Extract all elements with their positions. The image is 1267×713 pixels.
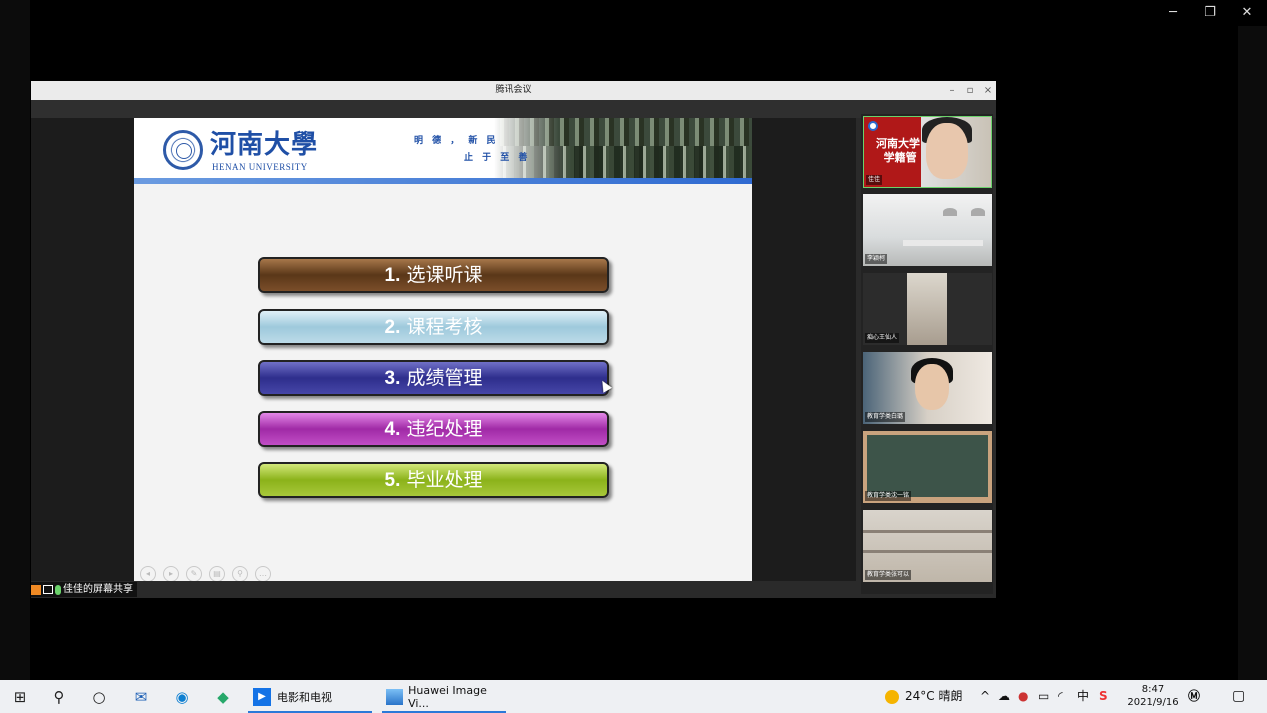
- meeting-restore-icon[interactable]: ▫: [963, 81, 977, 100]
- university-name-cn: 河南大學: [210, 130, 319, 160]
- microphone-icon: [55, 584, 61, 595]
- table-image: [903, 240, 983, 246]
- more-icon[interactable]: …: [255, 566, 271, 581]
- battery-icon[interactable]: ▭: [1038, 680, 1049, 713]
- participant-name: 李颖柯: [865, 254, 888, 264]
- pen-icon[interactable]: ✎: [186, 566, 202, 581]
- lamp-icon: [971, 208, 985, 216]
- right-gutter: [1238, 26, 1267, 680]
- participant-tile[interactable]: 痴心王仙人: [863, 273, 992, 345]
- screen-icon: [43, 585, 53, 594]
- next-slide-icon[interactable]: ▸: [163, 566, 179, 581]
- university-name-en: HENAN UNIVERSITY: [212, 162, 308, 172]
- chalkboard-background: [867, 435, 988, 497]
- meeting-toolbar-strip: [31, 100, 996, 118]
- play-icon: ▶: [253, 687, 271, 706]
- taskbar-app-image-viewer[interactable]: Huawei Image Vi...: [382, 680, 506, 713]
- qq-icon[interactable]: ●: [1018, 680, 1028, 713]
- taskbar-app-movies-tv[interactable]: ▶ 电影和电视: [248, 680, 372, 713]
- wifi-icon[interactable]: ◜: [1058, 680, 1063, 713]
- screen-share-stage: 河南大學 HENAN UNIVERSITY 明 德 ， 新 民 止 于 至 善 …: [31, 118, 856, 581]
- zoom-icon[interactable]: ⚲: [232, 566, 248, 581]
- participant-tile[interactable]: 教育学类沈一铭: [863, 431, 992, 503]
- shared-slide: 河南大學 HENAN UNIVERSITY 明 德 ， 新 民 止 于 至 善 …: [134, 118, 752, 581]
- edge-browser-icon[interactable]: ◉: [171, 686, 193, 708]
- participant-tile[interactable]: 教育学类张可以: [863, 510, 992, 582]
- participant-tile[interactable]: 河南大学 学籍管 佳佳: [863, 116, 992, 188]
- action-center-icon[interactable]: ▢: [1232, 680, 1245, 713]
- close-icon[interactable]: ✕: [1232, 4, 1262, 22]
- meeting-minimize-icon[interactable]: –: [945, 81, 959, 100]
- participant-name: 佳佳: [866, 175, 883, 185]
- menu-button-course-selection[interactable]: 1. 选课听课: [258, 257, 609, 293]
- taskbar: ⊞ ⚲ ○ ✉ ◉ ◆ ▶ 电影和电视 Huawei Image Vi... 2…: [0, 680, 1267, 713]
- menu-button-course-assessment[interactable]: 2. 课程考核: [258, 309, 609, 345]
- slideshow-tools: ◂ ▸ ✎ ▤ ⚲ …: [140, 561, 278, 581]
- ime-indicator[interactable]: 中: [1077, 680, 1089, 713]
- image-viewer-icon: [386, 688, 404, 705]
- cortana-icon[interactable]: ○: [88, 686, 110, 708]
- sun-icon: [885, 689, 899, 704]
- shelf-image: [863, 550, 992, 553]
- avatar-icon: [31, 584, 41, 595]
- app-icon[interactable]: ◆: [212, 686, 234, 708]
- cloud-icon[interactable]: ☁: [998, 680, 1010, 713]
- campus-photo-lower: [494, 146, 752, 178]
- menu-button-graduation[interactable]: 5. 毕业处理: [258, 462, 609, 498]
- notification-app-icon[interactable]: Ⓜ: [1188, 680, 1200, 713]
- sogou-input-icon[interactable]: S: [1099, 680, 1108, 713]
- participant-video: [907, 273, 947, 345]
- participant-tile[interactable]: 李颖柯: [863, 194, 992, 266]
- participant-name: 教育学类沈一铭: [865, 491, 912, 501]
- slide-header: 河南大學 HENAN UNIVERSITY 明 德 ， 新 民 止 于 至 善: [134, 118, 752, 180]
- show-hidden-icons-icon[interactable]: ^: [980, 680, 990, 713]
- search-icon[interactable]: ⚲: [48, 686, 70, 708]
- lamp-icon: [943, 208, 957, 216]
- weather-widget[interactable]: 24°C 晴朗: [885, 680, 962, 713]
- participant-tile[interactable]: 教育学类白璐: [863, 352, 992, 424]
- clock[interactable]: 8:47 2021/9/16: [1126, 683, 1180, 709]
- restore-icon[interactable]: ❐: [1195, 4, 1225, 22]
- participant-name: 教育学类白璐: [865, 412, 906, 422]
- prev-slide-icon[interactable]: ◂: [140, 566, 156, 581]
- windows-start-icon[interactable]: ⊞: [9, 686, 31, 708]
- meeting-titlebar: 腾讯会议 – ▫ ×: [31, 81, 996, 100]
- left-gutter: [0, 0, 30, 680]
- participant-name: 痴心王仙人: [865, 333, 900, 343]
- university-seal-icon: [163, 130, 203, 170]
- meeting-window: 腾讯会议 – ▫ × 河南大學 HENAN UNIVERSITY 明 德 ， 新…: [31, 81, 996, 598]
- participant-list: 河南大学 学籍管 佳佳 李颖柯 痴心王仙人 教育学类白璐 教育学类沈一铭 教育学…: [861, 114, 993, 594]
- motto-line-1: 明 德 ， 新 民: [414, 136, 499, 146]
- participant-background-text: 河南大学 学籍管: [876, 137, 920, 164]
- meeting-close-icon[interactable]: ×: [981, 81, 995, 100]
- slides-icon[interactable]: ▤: [209, 566, 225, 581]
- screen-share-label: 佳佳的屏幕共享: [31, 582, 137, 597]
- shelf-image: [863, 530, 992, 533]
- university-logo-icon: [868, 121, 878, 131]
- meeting-title: 腾讯会议: [495, 85, 532, 95]
- header-blue-bar: [134, 178, 752, 184]
- menu-button-grade-management[interactable]: 3. 成绩管理: [258, 360, 609, 396]
- participant-name: 教育学类张可以: [865, 570, 912, 580]
- participant-video: [926, 123, 968, 179]
- minimize-icon[interactable]: ─: [1158, 4, 1188, 22]
- motto-line-2: 止 于 至 善: [464, 153, 531, 163]
- mail-icon[interactable]: ✉: [130, 686, 152, 708]
- menu-button-discipline[interactable]: 4. 违纪处理: [258, 411, 609, 447]
- participant-video: [915, 364, 949, 410]
